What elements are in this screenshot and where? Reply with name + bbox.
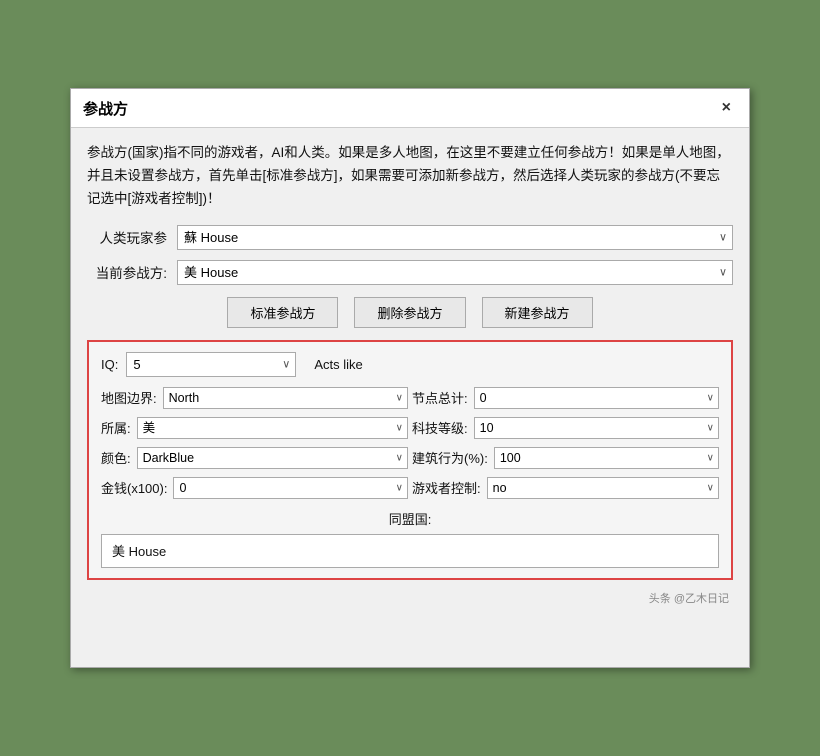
player-control-select[interactable]: no [487, 477, 719, 499]
current-faction-select-wrapper: 美 House [177, 260, 733, 285]
map-border-select-wrapper: North [163, 387, 408, 409]
faction-details-section: IQ: 5 Acts like 地图边界: North [87, 340, 733, 580]
build-behavior-select-wrapper: 100 [494, 447, 719, 469]
buttons-row: 标准参战方 删除参战方 新建参战方 [87, 297, 733, 328]
money-select-wrapper: 0 [173, 477, 408, 499]
acts-like-label: Acts like [314, 357, 362, 372]
dialog-title: 参战方 [83, 98, 128, 119]
node-total-label: 节点总计: [412, 388, 468, 407]
dialog: 参战方 × 参战方(国家)指不同的游戏者，AI和人类。如果是多人地图，在这里不要… [70, 88, 750, 668]
affiliation-select[interactable]: 美 [137, 417, 408, 439]
content-area: 参战方(国家)指不同的游戏者，AI和人类。如果是多人地图，在这里不要建立任何参战… [71, 128, 749, 620]
ally-section-label: 同盟国: [101, 509, 719, 528]
ally-box: 美 House [101, 534, 719, 568]
human-player-select[interactable]: 蘇 House [177, 225, 733, 250]
affiliation-label: 所属: [101, 418, 131, 437]
tech-level-row: 科技等级: 10 [412, 417, 719, 439]
standard-faction-button[interactable]: 标准参战方 [227, 297, 338, 328]
close-button[interactable]: × [716, 97, 737, 119]
current-faction-label: 当前参战方: [87, 262, 177, 282]
affiliation-row: 所属: 美 [101, 417, 408, 439]
node-total-row: 节点总计: 0 [412, 387, 719, 409]
money-row: 金钱(x100): 0 [101, 477, 408, 499]
map-border-row: 地图边界: North [101, 387, 408, 409]
human-player-row: 人类玩家参 蘇 House [87, 225, 733, 250]
tech-level-label: 科技等级: [412, 418, 468, 437]
iq-row: IQ: 5 Acts like [101, 352, 719, 377]
current-faction-row: 当前参战方: 美 House [87, 260, 733, 285]
new-faction-button[interactable]: 新建参战方 [482, 297, 593, 328]
delete-faction-button[interactable]: 删除参战方 [354, 297, 465, 328]
node-total-select-wrapper: 0 [474, 387, 719, 409]
money-select[interactable]: 0 [173, 477, 408, 499]
human-player-label: 人类玩家参 [87, 227, 177, 247]
human-player-select-wrapper: 蘇 House [177, 225, 733, 250]
current-faction-select[interactable]: 美 House [177, 260, 733, 285]
tech-level-select-wrapper: 10 [474, 417, 719, 439]
build-behavior-select[interactable]: 100 [494, 447, 719, 469]
title-bar: 参战方 × [71, 89, 749, 128]
node-total-select[interactable]: 0 [474, 387, 719, 409]
ally-section: 同盟国: 美 House [101, 509, 719, 568]
map-border-select[interactable]: North [163, 387, 408, 409]
money-label: 金钱(x100): [101, 478, 167, 497]
player-control-label: 游戏者控制: [412, 478, 481, 497]
description-text: 参战方(国家)指不同的游戏者，AI和人类。如果是多人地图，在这里不要建立任何参战… [87, 142, 733, 211]
tech-level-select[interactable]: 10 [474, 417, 719, 439]
player-control-row: 游戏者控制: no [412, 477, 719, 499]
iq-select-wrapper: 5 [126, 352, 296, 377]
iq-select[interactable]: 5 [126, 352, 296, 377]
player-control-select-wrapper: no [487, 477, 719, 499]
iq-label: IQ: [101, 357, 118, 372]
map-border-label: 地图边界: [101, 388, 157, 407]
affiliation-select-wrapper: 美 [137, 417, 408, 439]
build-behavior-label: 建筑行为(%): [412, 448, 488, 467]
color-row: 颜色: DarkBlue [101, 447, 408, 469]
watermark: 头条 @乙木日记 [87, 590, 733, 606]
details-grid: 地图边界: North 节点总计: 0 [101, 387, 719, 499]
color-select-wrapper: DarkBlue [137, 447, 408, 469]
color-label: 颜色: [101, 448, 131, 467]
color-select[interactable]: DarkBlue [137, 447, 408, 469]
build-behavior-row: 建筑行为(%): 100 [412, 447, 719, 469]
